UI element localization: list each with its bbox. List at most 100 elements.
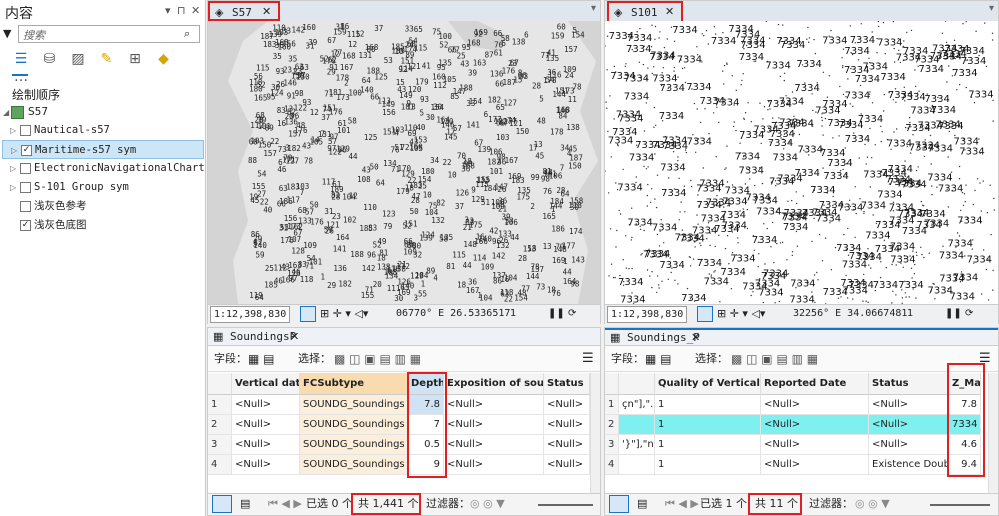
table-cell[interactable]: <Null>	[544, 415, 590, 435]
tab-menu-icon[interactable]: ▾	[591, 3, 596, 14]
list-by-selection-icon[interactable]: ▨	[69, 50, 87, 68]
show-selected-icon[interactable]: ▤	[637, 494, 647, 514]
table-cell[interactable]: <Null>	[869, 395, 949, 415]
expand-icon[interactable]: ▷	[10, 178, 16, 197]
zoom-slider[interactable]	[538, 504, 593, 506]
table-cell[interactable]: 1	[655, 435, 761, 455]
table-cell[interactable]: çn"],"...	[619, 395, 655, 415]
column-header[interactable]: Status	[544, 373, 590, 395]
map-canvas[interactable]: 7334 7334 7334 7334 7334 7334 7334 7334 7334 7334…	[605, 21, 998, 304]
table-cell[interactable]: <Null>	[761, 435, 869, 455]
scale-dropdown[interactable]: 1:12,398,830	[210, 306, 291, 323]
filter-icon[interactable]: ▼	[3, 27, 11, 40]
table-cell[interactable]: SOUNDG_Soundings	[300, 435, 408, 455]
record-nav-icons[interactable]: ⏮ ◀ ▶	[268, 494, 302, 514]
list-by-labeling-icon[interactable]: ◆	[155, 50, 173, 68]
layer-row[interactable]: ▷ Nautical-s57	[0, 121, 205, 140]
vertical-scrollbar[interactable]	[988, 373, 998, 493]
layer-visibility-checkbox[interactable]: ✓	[20, 220, 31, 231]
show-all-records-icon[interactable]	[212, 495, 232, 513]
layer-row-s57[interactable]: ◢ S57	[0, 103, 205, 122]
row-number-cell[interactable]: 2	[208, 415, 232, 435]
table-cell[interactable]: <Null>	[869, 415, 949, 435]
expand-icon[interactable]: ▷	[10, 121, 16, 140]
more-options-icon[interactable]: …	[12, 68, 30, 86]
fixed-zoom-icon[interactable]	[697, 306, 713, 322]
filter-icons[interactable]: ◎ ◎ ▼	[470, 494, 505, 514]
filter-icons[interactable]: ◎ ◎ ▼	[855, 494, 890, 514]
close-pane-icon[interactable]: ✕	[191, 4, 200, 17]
table-cell[interactable]: <Null>	[544, 455, 590, 475]
table-cell[interactable]: Existence Doubtful	[869, 455, 949, 475]
table-cell[interactable]: <Null>	[232, 455, 300, 475]
layer-visibility-checkbox[interactable]	[20, 163, 31, 174]
map-tab-s101[interactable]: ◈ S101 ✕	[607, 1, 683, 23]
zoom-slider[interactable]	[930, 504, 990, 506]
layer-visibility-checkbox[interactable]: ✓	[21, 145, 32, 156]
expand-icon[interactable]: ▷	[10, 159, 16, 178]
column-header-row-number[interactable]	[208, 373, 232, 395]
navigation-icons[interactable]: ⊞ ✛ ▾ ◁▾	[717, 305, 765, 323]
table-menu-icon[interactable]: ☰	[582, 346, 594, 372]
table-cell[interactable]: SOUNDG_Soundings	[300, 455, 408, 475]
column-header-row-number[interactable]	[605, 373, 619, 395]
row-number-cell[interactable]: 3	[208, 435, 232, 455]
close-tab-icon[interactable]: ✕	[262, 5, 271, 18]
row-number-cell[interactable]: 4	[605, 455, 619, 475]
list-by-source-icon[interactable]: ⛁	[41, 50, 59, 68]
table-cell[interactable]: <Null>	[444, 415, 544, 435]
column-header[interactable]: Reported Date	[761, 373, 869, 395]
close-tab-icon[interactable]: ✕	[290, 330, 299, 343]
table-cell[interactable]: <Null>	[232, 395, 300, 415]
row-number-cell[interactable]: 2	[605, 415, 619, 435]
map-tab-s57[interactable]: ◈ S57 ✕	[208, 1, 280, 21]
pin-icon[interactable]: ⊓	[177, 4, 186, 17]
table-cell[interactable]: <Null>	[444, 455, 544, 475]
expand-icon[interactable]: ▷	[11, 141, 17, 160]
close-tab-icon[interactable]: ✕	[691, 331, 700, 344]
table-cell[interactable]: SOUNDG_Soundings	[300, 415, 408, 435]
list-by-drawing-order-icon[interactable]: ☰	[12, 50, 30, 68]
pane-menu-icon[interactable]: ▾	[165, 4, 171, 17]
record-nav-icons[interactable]: ⏮ ◀ ▶	[665, 494, 699, 514]
fixed-zoom-icon[interactable]	[300, 306, 316, 322]
table-cell[interactable]: 1	[655, 395, 761, 415]
table-cell[interactable]: <Null>	[544, 395, 590, 415]
pause-drawing-icon[interactable]: ❚❚	[548, 305, 565, 323]
row-number-cell[interactable]: 1	[605, 395, 619, 415]
table-tab-title[interactable]: SoundingsP	[230, 330, 296, 343]
table-cell[interactable]: <Null>	[444, 395, 544, 415]
table-cell[interactable]: <Null>	[444, 435, 544, 455]
table-cell[interactable]: 1	[655, 455, 761, 475]
table-cell[interactable]: <Null>	[761, 395, 869, 415]
layer-row-selected[interactable]: ▷ ✓ Maritime-s57 sym	[2, 140, 204, 159]
column-header[interactable]: Status	[869, 373, 949, 395]
table-cell[interactable]	[619, 415, 655, 435]
search-icon[interactable]: ⌕	[184, 27, 190, 41]
table-cell[interactable]: SOUNDG_Soundings	[300, 395, 408, 415]
close-tab-icon[interactable]: ✕	[665, 5, 674, 18]
column-header[interactable]	[619, 373, 655, 395]
selection-tools-icons[interactable]: ▩ ◫ ▣ ▤ ▥ ▦	[731, 346, 818, 372]
layer-row[interactable]: ✓ 浅灰色底图	[0, 216, 205, 235]
table-cell[interactable]: '}"],"n...	[619, 435, 655, 455]
pause-drawing-icon[interactable]: ❚❚	[945, 305, 962, 323]
layer-row[interactable]: ▷ S-101 Group sym	[0, 178, 205, 197]
selection-tools-icons[interactable]: ▩ ◫ ▣ ▤ ▥ ▦	[334, 346, 421, 372]
scale-dropdown[interactable]: 1:12,398,830	[607, 306, 688, 323]
row-number-cell[interactable]: 3	[605, 435, 619, 455]
layer-visibility-checkbox[interactable]	[20, 182, 31, 193]
field-tools-icons[interactable]: ▦ ▤	[248, 346, 275, 372]
list-by-editing-icon[interactable]: ✎	[98, 50, 116, 68]
table-tab-title[interactable]: Soundings_P	[627, 331, 700, 344]
field-tools-icons[interactable]: ▦ ▤	[645, 346, 672, 372]
collapse-icon[interactable]: ◢	[3, 103, 9, 122]
table-cell[interactable]: <Null>	[761, 455, 869, 475]
layer-visibility-checkbox[interactable]	[20, 125, 31, 136]
layer-row[interactable]: 浅灰色参考	[0, 197, 205, 216]
row-number-cell[interactable]: 1	[208, 395, 232, 415]
column-header[interactable]: Vertical datum	[232, 373, 300, 395]
vertical-scrollbar[interactable]	[590, 373, 600, 493]
table-cell[interactable]: <Null>	[761, 415, 869, 435]
navigation-icons[interactable]: ⊞ ✛ ▾ ◁▾	[320, 305, 368, 323]
